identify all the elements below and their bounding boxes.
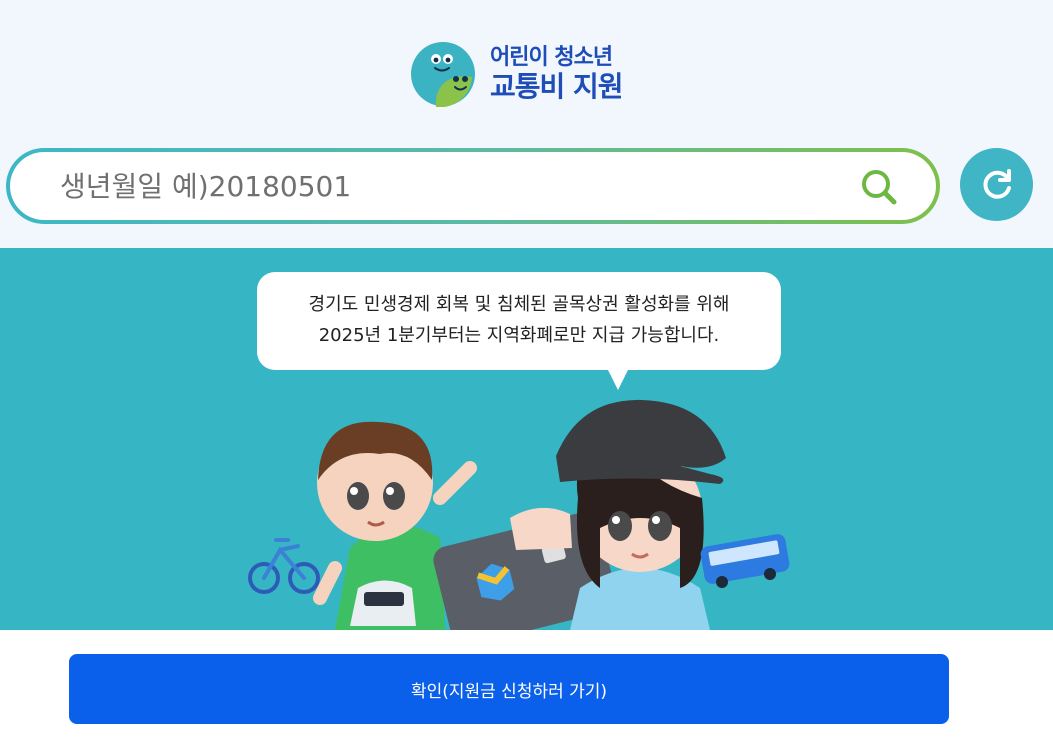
hero-banner: 경기도 민생경제 회복 및 침체된 골목상권 활성화를 위해 2025년 1분기… [0, 248, 1053, 630]
logo-line-1: 어린이 청소년 [490, 45, 613, 71]
logo-mascot-icon [411, 42, 475, 107]
bus-icon [700, 534, 790, 588]
bicycle-icon [248, 538, 320, 594]
search-bar-inner [10, 152, 936, 220]
notice-speech-bubble: 경기도 민생경제 회복 및 침체된 골목상권 활성화를 위해 2025년 1분기… [257, 272, 781, 370]
logo-text: 어린이 청소년 교통비 지원 [490, 45, 624, 103]
birthdate-search-input[interactable] [60, 162, 840, 210]
search-button[interactable] [856, 164, 902, 210]
search-icon [862, 170, 897, 205]
notice-line-1: 경기도 민생경제 회복 및 침체된 골목상권 활성화를 위해 [308, 294, 730, 316]
confirm-apply-button[interactable]: 확인(지원금 신청하러 가기) [69, 654, 949, 724]
refresh-icon [982, 168, 1011, 199]
speech-bubble-tail [606, 366, 630, 390]
kids-transit-illustration [248, 399, 790, 630]
logo-line-2: 교통비 지원 [490, 69, 624, 103]
search-bar [6, 148, 940, 224]
header-area: 어린이 청소년 교통비 지원 [0, 0, 1053, 248]
logo: 어린이 청소년 교통비 지원 [410, 38, 640, 110]
refresh-button[interactable] [960, 148, 1033, 221]
train-icon [350, 580, 416, 626]
notice-line-2: 2025년 1분기부터는 지역화폐로만 지급 가능합니다. [318, 325, 720, 346]
